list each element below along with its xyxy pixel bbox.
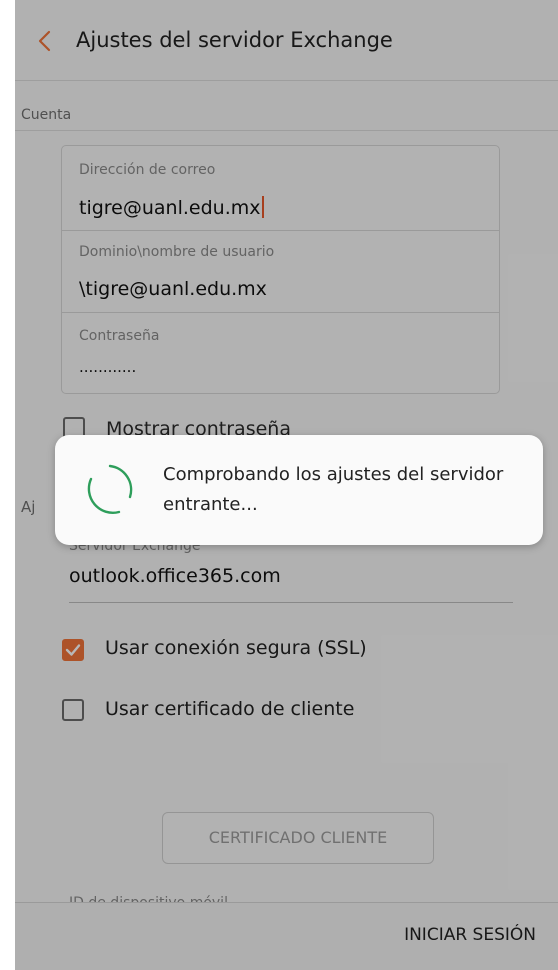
- progress-message: Comprobando los ajustes del servidor ent…: [163, 464, 504, 515]
- progress-dialog: Comprobando los ajustes del servidor ent…: [55, 435, 543, 545]
- modal-scrim-bottom: [15, 902, 558, 970]
- exchange-settings-screen: Ajustes del servidor Exchange Cuenta Dir…: [15, 0, 558, 970]
- loading-spinner-icon: [79, 461, 137, 519]
